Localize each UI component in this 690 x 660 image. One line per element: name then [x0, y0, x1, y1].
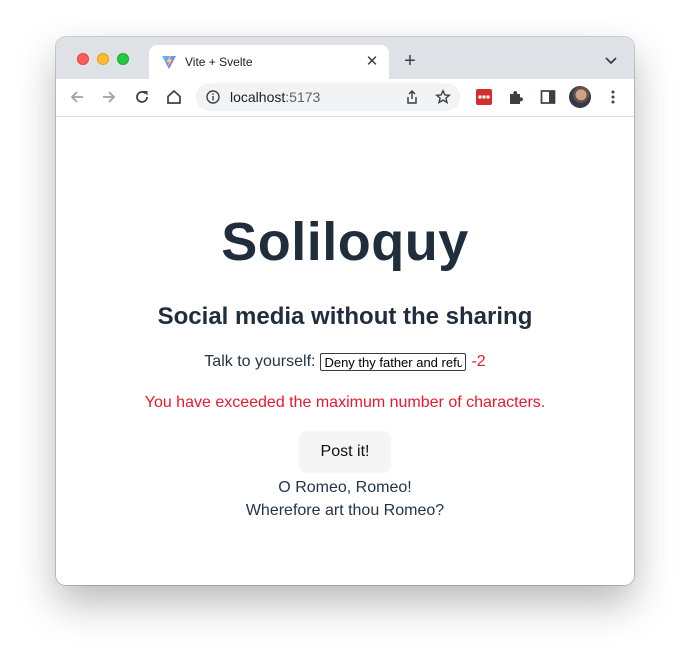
extensions-puzzle-icon[interactable]: [507, 88, 525, 106]
extension-red-icon[interactable]: [475, 88, 493, 106]
url-text: localhost:5173: [230, 89, 320, 105]
page-content: Soliloquy Social media without the shari…: [56, 117, 634, 585]
site-info-icon[interactable]: [206, 90, 220, 104]
bookmark-star-icon[interactable]: [435, 89, 451, 105]
new-tab-icon[interactable]: +: [400, 51, 420, 71]
url-port: :5173: [285, 89, 321, 105]
app-title: Soliloquy: [221, 212, 469, 272]
post-item: O Romeo, Romeo!: [278, 479, 412, 496]
compose-row: Talk to yourself: -2: [56, 352, 634, 372]
minimize-window-button[interactable]: [97, 53, 109, 65]
browser-window: Vite + Svelte ✕ + localhost:5173 Soliloq…: [56, 37, 634, 585]
reload-icon[interactable]: [133, 88, 151, 106]
tab-strip: Vite + Svelte ✕ +: [56, 37, 634, 79]
browser-toolbar: localhost:5173: [56, 79, 634, 117]
compose-label: Talk to yourself:: [204, 353, 316, 370]
character-counter: -2: [471, 353, 486, 370]
forward-arrow-icon[interactable]: [100, 88, 118, 106]
home-icon[interactable]: [165, 88, 183, 106]
back-arrow-icon[interactable]: [68, 88, 86, 106]
address-bar[interactable]: localhost:5173: [196, 83, 460, 111]
maximize-window-button[interactable]: [117, 53, 129, 65]
close-window-button[interactable]: [77, 53, 89, 65]
compose-input[interactable]: [320, 353, 467, 371]
share-icon[interactable]: [404, 89, 420, 105]
error-message: You have exceeded the maximum number of …: [144, 394, 546, 411]
profile-avatar[interactable]: [569, 86, 591, 108]
more-menu-icon[interactable]: [604, 88, 622, 106]
tab-search-chevron-icon[interactable]: [604, 55, 618, 65]
side-panel-icon[interactable]: [539, 88, 557, 106]
browser-tab[interactable]: Vite + Svelte ✕: [149, 45, 389, 79]
app-subtitle: Social media without the sharing: [157, 303, 533, 330]
vite-logo-icon: [162, 55, 176, 69]
post-button[interactable]: Post it!: [299, 431, 391, 473]
post-item: Wherefore art thou Romeo?: [245, 502, 445, 519]
tab-title: Vite + Svelte: [185, 55, 253, 69]
url-host: localhost: [230, 89, 286, 105]
tab-close-icon[interactable]: ✕: [363, 53, 381, 71]
